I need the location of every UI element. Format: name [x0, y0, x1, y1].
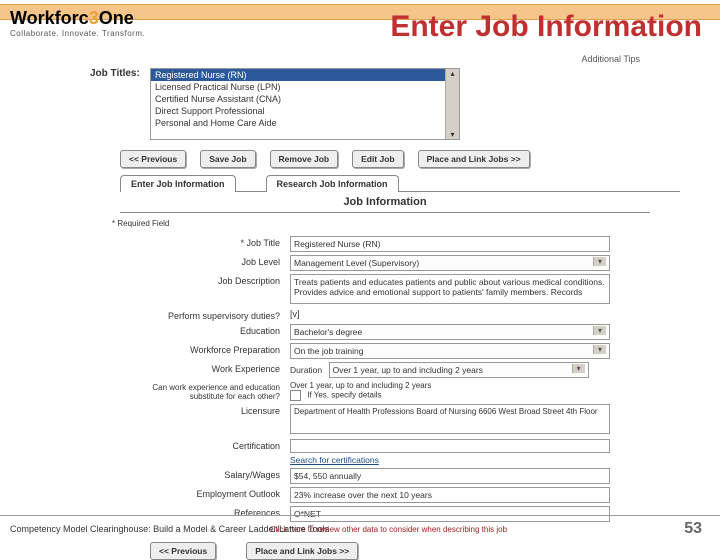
place-link-button-bottom[interactable]: Place and Link Jobs >> [246, 542, 358, 560]
page-number: 53 [684, 520, 720, 538]
label-education: Education [120, 324, 290, 336]
workforce-prep-select[interactable]: On the job training [290, 343, 610, 359]
logo-text-main: Workforc [10, 8, 89, 28]
label-salary: Salary/Wages [120, 468, 290, 480]
job-level-select[interactable]: Management Level (Supervisory) [290, 255, 610, 271]
edit-job-button[interactable]: Edit Job [352, 150, 404, 168]
supervisory-value[interactable]: [v] [290, 309, 300, 319]
licensure-textarea[interactable]: Department of Health Professions Board o… [290, 404, 610, 434]
label-outlook: Employment Outlook [120, 487, 290, 499]
job-titles-listbox[interactable]: Registered Nurse (RN) Licensed Practical… [150, 68, 460, 140]
education-select[interactable]: Bachelor's degree [290, 324, 610, 340]
certification-input[interactable] [290, 439, 610, 453]
logo-block: Workforc3One Collaborate. Innovate. Tran… [10, 8, 145, 38]
job-desc-textarea[interactable]: Treats patients and educates patients an… [290, 274, 610, 304]
list-item[interactable]: Licensed Practical Nurse (LPN) [151, 81, 459, 93]
list-item[interactable]: Certified Nurse Assistant (CNA) [151, 93, 459, 105]
logo-tagline: Collaborate. Innovate. Transform. [10, 29, 145, 38]
list-item[interactable]: Registered Nurse (RN) [151, 69, 459, 81]
list-item[interactable]: Direct Support Professional [151, 105, 459, 117]
job-titles-label: Job Titles: [90, 68, 140, 79]
footer-text: Competency Model Clearinghouse: Build a … [0, 524, 329, 534]
label-job-desc: Job Description [120, 274, 290, 286]
required-note: * Required Field [112, 219, 680, 228]
duration-select[interactable]: Over 1 year, up to and including 2 years [329, 362, 589, 378]
footer: Competency Model Clearinghouse: Build a … [0, 515, 720, 538]
slide-title: Enter Job Information [390, 10, 702, 44]
previous-button-bottom[interactable]: << Previous [150, 542, 216, 560]
label-supervisory: Perform supervisory duties? [120, 309, 290, 321]
remove-job-button[interactable]: Remove Job [270, 150, 339, 168]
search-certifications-link[interactable]: Search for certifications [290, 455, 379, 465]
substitute-detail: If Yes, specify details [307, 391, 381, 400]
logo-accent: 3 [89, 8, 99, 28]
substitute-checkbox[interactable] [290, 390, 301, 401]
logo-text-suffix: One [99, 8, 134, 28]
label-licensure: Licensure [120, 404, 290, 416]
job-info-form: * Job TitleRegistered Nurse (RN) Job Lev… [120, 236, 680, 522]
label-job-title: * Job Title [120, 236, 290, 248]
additional-tips-link[interactable]: Additional Tips [90, 54, 680, 64]
scrollbar[interactable]: ▴▾ [445, 69, 459, 139]
duration-label: Duration [290, 365, 322, 375]
bottom-button-bar: << Previous Place and Link Jobs >> [150, 542, 680, 560]
save-job-button[interactable]: Save Job [200, 150, 255, 168]
tab-research-job-info[interactable]: Research Job Information [266, 175, 399, 192]
outlook-input[interactable]: 23% increase over the next 10 years [290, 487, 610, 503]
work-exp-line2: Over 1 year, up to and including 2 years [290, 381, 431, 390]
section-title: Job Information [120, 192, 650, 213]
place-link-button[interactable]: Place and Link Jobs >> [418, 150, 530, 168]
label-certification: Certification [120, 439, 290, 451]
label-job-level: Job Level [120, 255, 290, 267]
label-work-exp: Work Experience [120, 362, 290, 374]
label-workforce-prep: Workforce Preparation [120, 343, 290, 355]
top-button-bar: << Previous Save Job Remove Job Edit Job… [90, 150, 680, 168]
tab-enter-job-info[interactable]: Enter Job Information [120, 175, 236, 192]
tab-bar: Enter Job Information Research Job Infor… [120, 174, 680, 192]
label-substitute: Can work experience and education substi… [120, 381, 290, 401]
salary-input[interactable]: $54, 550 annually [290, 468, 610, 484]
previous-button[interactable]: << Previous [120, 150, 186, 168]
job-title-input[interactable]: Registered Nurse (RN) [290, 236, 610, 252]
list-item[interactable]: Personal and Home Care Aide [151, 117, 459, 129]
